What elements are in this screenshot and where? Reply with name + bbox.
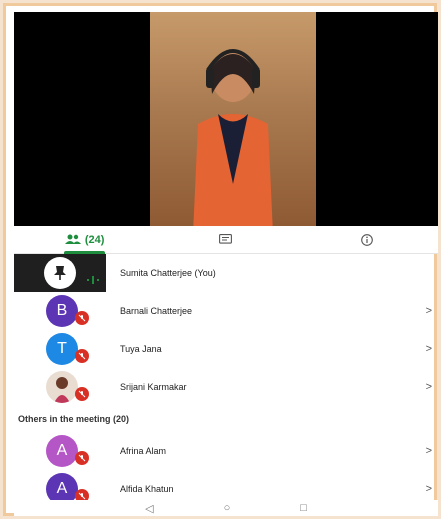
avatar-photo — [46, 371, 78, 403]
participant-row[interactable]: A Afrina Alam > — [14, 432, 438, 470]
recents-icon[interactable]: □ — [300, 502, 307, 514]
android-nav-bar: ◁ ○ □ — [14, 500, 438, 516]
mic-off-icon — [75, 311, 89, 325]
participant-row[interactable]: Srijani Karmakar > — [14, 368, 438, 406]
participant-name: Alfida Khatun — [120, 484, 174, 494]
participant-name: Srijani Karmakar — [120, 382, 187, 392]
tab-info[interactable] — [297, 226, 438, 253]
avatar: T — [46, 333, 78, 365]
home-icon[interactable]: ○ — [224, 502, 231, 514]
mic-off-icon — [75, 451, 89, 465]
participants-count: (24) — [84, 233, 105, 246]
mic-off-icon — [75, 349, 89, 363]
participant-row[interactable]: B Barnali Chatterjee > — [14, 292, 438, 330]
avatar: A — [46, 435, 78, 467]
participants-list: Sumita Chatterjee (You) B Barnali Chatte… — [14, 254, 438, 508]
back-icon[interactable]: ◁ — [145, 502, 153, 515]
chevron-right-icon[interactable]: > — [426, 445, 432, 457]
pin-icon — [54, 266, 66, 280]
chat-icon — [219, 234, 233, 244]
participant-row-self[interactable]: Sumita Chatterjee (You) — [14, 254, 438, 292]
mic-off-icon — [75, 387, 89, 401]
avatar: B — [46, 295, 78, 327]
self-video-thumb — [14, 254, 106, 292]
others-section-title: Others in the meeting (20) — [18, 414, 130, 424]
participant-name: Barnali Chatterjee — [120, 306, 193, 316]
chevron-right-icon[interactable]: > — [426, 483, 432, 495]
video-area — [14, 12, 438, 226]
avatar — [44, 257, 76, 289]
chevron-right-icon[interactable]: > — [426, 381, 432, 393]
info-icon — [361, 233, 374, 246]
speaker-figure — [193, 49, 273, 226]
participant-name: Afrina Alam — [120, 446, 167, 456]
audio-level-icon — [87, 276, 99, 284]
participants-tab-bar: (24) — [14, 226, 438, 254]
active-speaker-video[interactable] — [150, 12, 316, 226]
participant-row[interactable]: T Tuya Jana > — [14, 330, 438, 368]
people-icon — [64, 234, 81, 244]
participant-name: Sumita Chatterjee (You) — [120, 268, 216, 278]
chevron-right-icon[interactable]: > — [426, 305, 432, 317]
tab-participants[interactable]: (24) — [14, 226, 155, 254]
chevron-right-icon[interactable]: > — [426, 343, 432, 355]
participant-name: Tuya Jana — [120, 344, 162, 354]
tab-chat[interactable] — [155, 226, 296, 253]
